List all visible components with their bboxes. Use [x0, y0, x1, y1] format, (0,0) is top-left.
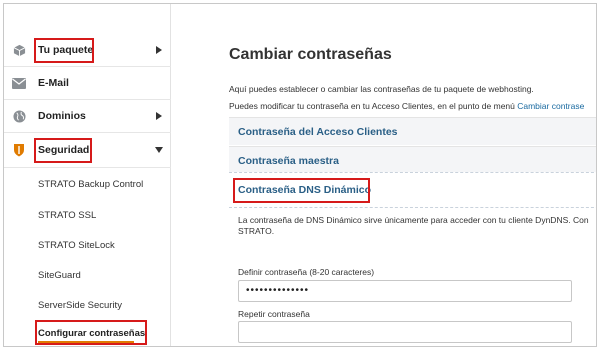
chevron-right-icon — [154, 110, 164, 122]
highlight-box-seguridad — [34, 138, 92, 163]
sidebar-item-label: Dominios — [38, 110, 86, 122]
intro-line-2: Puedes modificar tu contraseña en tu Acc… — [229, 101, 584, 111]
accordion-label: Contraseña maestra — [238, 155, 339, 167]
intro-line-1: Aquí puedes establecer o cambiar las con… — [229, 84, 534, 94]
accordion-contrasena-maestra[interactable]: Contraseña maestra — [229, 146, 596, 172]
accordion-label: Contraseña del Acceso Clientes — [238, 126, 398, 138]
cambiar-contrasena-link[interactable]: Cambiar contrase — [517, 101, 584, 111]
chevron-right-icon — [154, 44, 164, 56]
sidebar-item-label: E-Mail — [38, 77, 69, 89]
dns-description-line-2: STRATO. — [238, 226, 275, 236]
sidebar-subitem-sitelock[interactable]: STRATO SiteLock — [38, 240, 115, 251]
define-password-field[interactable]: •••••••••••••• — [238, 280, 572, 302]
sidebar-item-email[interactable]: E-Mail — [4, 67, 171, 100]
define-password-label: Definir contraseña (8-20 caracteres) — [238, 267, 375, 277]
package-icon — [12, 43, 26, 57]
sidebar-subitem-siteguard[interactable]: SiteGuard — [38, 270, 81, 281]
accordion-acceso-clientes[interactable]: Contraseña del Acceso Clientes — [229, 117, 596, 145]
dns-description-line-1: La contraseña de DNS Dinámico sirve únic… — [238, 215, 589, 225]
shield-icon — [12, 143, 26, 157]
main-content: Cambiar contraseñas Aquí puedes establec… — [172, 4, 596, 346]
globe-icon — [12, 109, 26, 123]
sidebar-item-dominios[interactable]: Dominios — [4, 100, 171, 133]
sidebar: Tu paquete E-Mail Dominios Seguridad STR… — [4, 4, 171, 346]
define-password-value: •••••••••••••• — [246, 285, 310, 296]
page-title: Cambiar contraseñas — [229, 46, 392, 63]
sidebar-subitem-ssl[interactable]: STRATO SSL — [38, 210, 96, 221]
repeat-password-field[interactable] — [238, 321, 572, 343]
sidebar-subitem-serverside-security[interactable]: ServerSide Security — [38, 300, 122, 311]
repeat-password-label: Repetir contraseña — [238, 309, 310, 319]
mail-icon — [12, 76, 26, 90]
app-window: Tu paquete E-Mail Dominios Seguridad STR… — [3, 3, 597, 347]
highlight-box-dns-dinamico — [233, 178, 370, 203]
highlight-box-configurar — [35, 320, 147, 345]
intro-line-2-text: Puedes modificar tu contraseña en tu Acc… — [229, 101, 518, 111]
chevron-down-icon — [154, 144, 164, 156]
highlight-box-tu-paquete — [34, 38, 94, 63]
sidebar-subitem-backup[interactable]: STRATO Backup Control — [38, 179, 143, 190]
